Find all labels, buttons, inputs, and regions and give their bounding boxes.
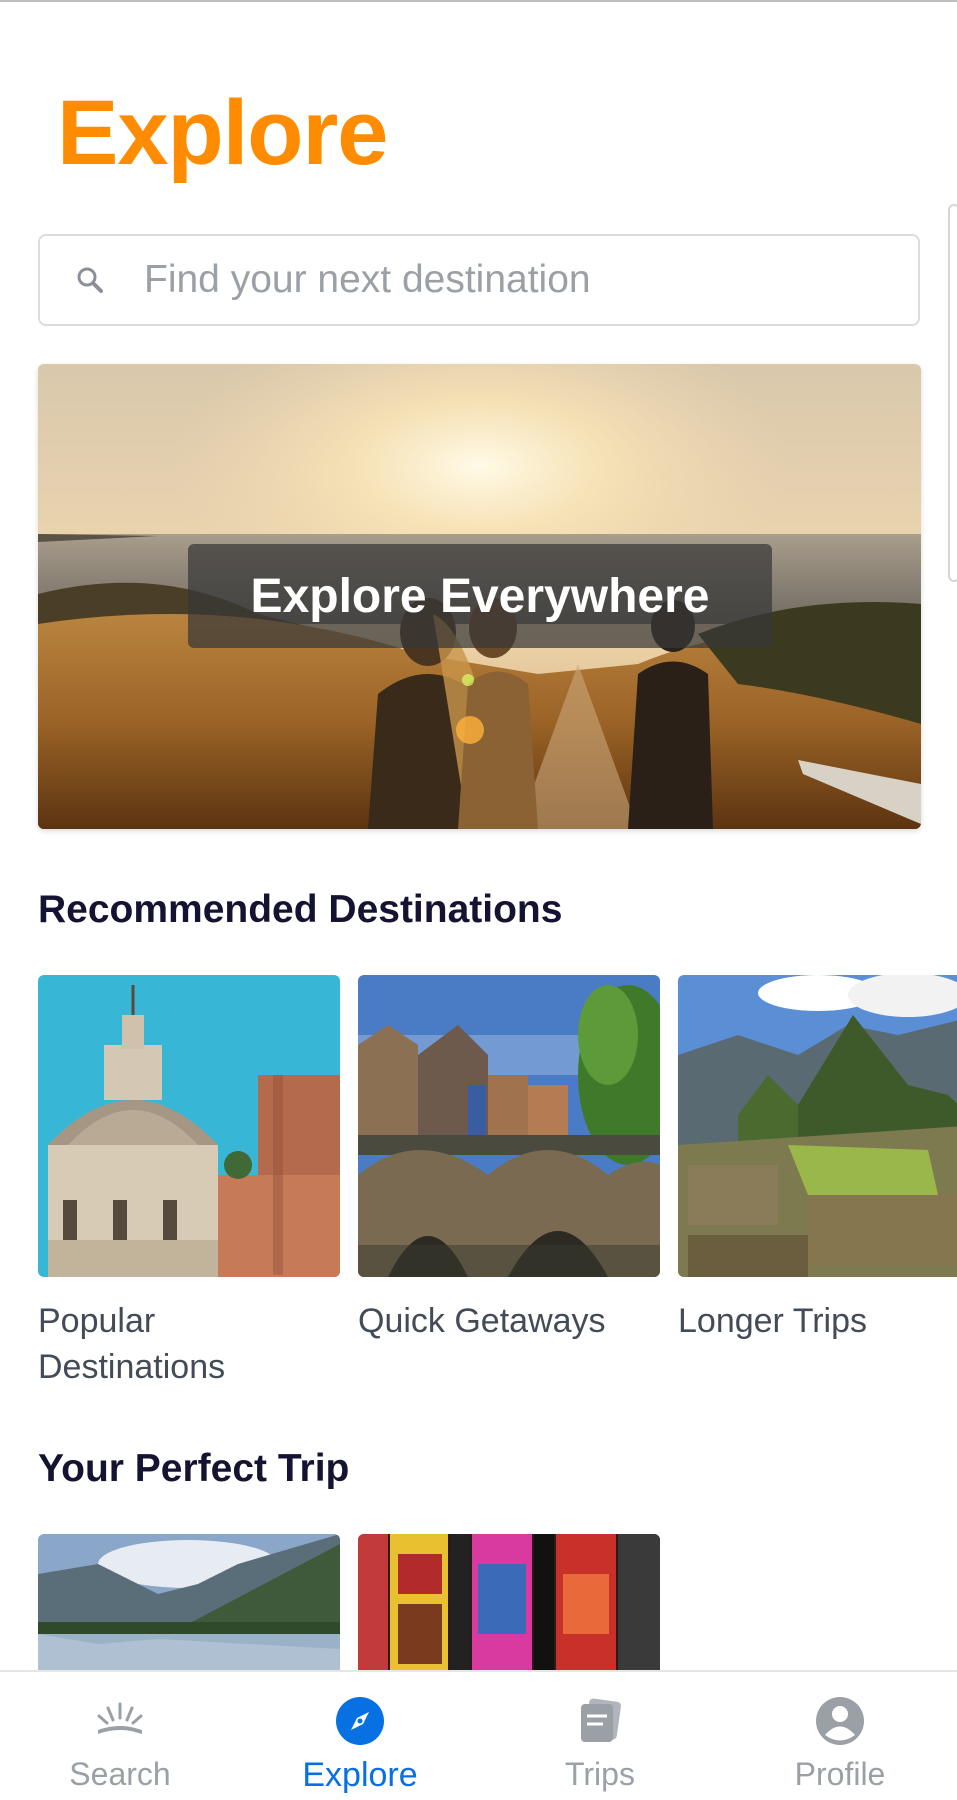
quick-getaways-card[interactable]: Quick Getaways bbox=[358, 975, 660, 1345]
card-label: Longer Trips bbox=[678, 1302, 867, 1340]
search-icon bbox=[77, 267, 103, 293]
theatre-posters-image bbox=[358, 1534, 660, 1674]
nav-profile[interactable]: Profile bbox=[720, 1672, 957, 1800]
search-input[interactable] bbox=[144, 236, 904, 324]
nav-trips[interactable]: Trips bbox=[480, 1672, 720, 1800]
card-label: Quick Getaways bbox=[358, 1302, 606, 1340]
mountain-lake-card[interactable] bbox=[38, 1534, 340, 1674]
hero-label: Explore Everywhere bbox=[188, 544, 772, 648]
explore-screen: Explore Find your next destination Explo… bbox=[0, 0, 957, 1800]
nav-search[interactable]: Search bbox=[0, 1672, 240, 1800]
profile-icon bbox=[816, 1697, 864, 1745]
status-divider bbox=[0, 0, 957, 2]
nav-explore[interactable]: Explore bbox=[240, 1672, 480, 1800]
amsterdam-canal-image bbox=[358, 975, 660, 1277]
bottom-navigation: Search Explore Trips Profile bbox=[0, 1670, 957, 1800]
mountain-lake-image bbox=[38, 1534, 340, 1674]
recommended-destinations-heading: Recommended Destinations bbox=[38, 888, 563, 931]
search-box[interactable] bbox=[38, 234, 920, 326]
card-label: Popular Destinations bbox=[38, 1302, 226, 1386]
nav-label: Search bbox=[69, 1756, 171, 1792]
machu-picchu-image bbox=[678, 975, 957, 1277]
nav-label: Profile bbox=[794, 1756, 886, 1792]
explore-everywhere-banner[interactable]: Explore Everywhere bbox=[38, 364, 921, 829]
theatre-posters-card[interactable] bbox=[358, 1534, 660, 1674]
popular-destinations-card[interactable]: Popular Destinations bbox=[38, 975, 340, 1391]
sunrise-icon bbox=[97, 1702, 143, 1734]
nav-label: Trips bbox=[565, 1756, 635, 1792]
compass-icon bbox=[336, 1697, 384, 1745]
trips-icon bbox=[581, 1698, 621, 1742]
nav-label: Explore bbox=[302, 1756, 418, 1794]
your-perfect-trip-heading: Your Perfect Trip bbox=[38, 1447, 350, 1490]
rome-dome-image bbox=[38, 975, 340, 1277]
longer-trips-card[interactable]: Longer Trips bbox=[678, 975, 957, 1345]
page-title: Explore bbox=[57, 82, 388, 184]
scrollbar[interactable] bbox=[948, 204, 957, 582]
